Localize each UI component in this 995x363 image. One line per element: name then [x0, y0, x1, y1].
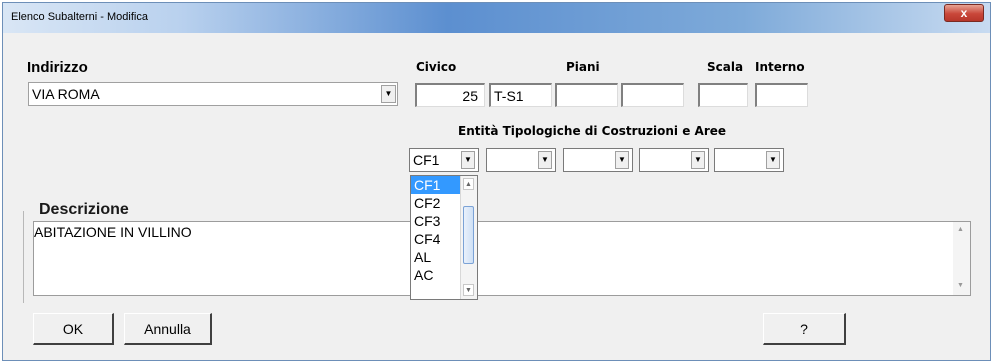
entita-dropdown-list[interactable]: CF1 CF2 CF3 CF4 AL AC ▲ ▼: [410, 175, 478, 300]
indirizzo-dropdown-arrow-icon[interactable]: ▼: [381, 85, 396, 103]
help-button[interactable]: ?: [763, 313, 846, 345]
entita-combo-4[interactable]: ▼: [639, 148, 709, 172]
scroll-up-icon[interactable]: ▲: [463, 178, 474, 190]
civico-value: 25: [462, 88, 478, 104]
descrizione-scrollbar[interactable]: ▲ ▼: [953, 222, 970, 295]
descrizione-group-border: [23, 211, 24, 303]
entita-label: Entità Tipologiche di Costruzioni e Aree: [458, 124, 727, 138]
chevron-down-icon[interactable]: ▼: [538, 151, 552, 169]
scala-input[interactable]: [698, 83, 748, 107]
scroll-up-icon[interactable]: ▲: [957, 226, 964, 233]
piani-value-1: T-S1: [494, 88, 524, 104]
civico-label: Civico: [416, 60, 457, 74]
chevron-down-icon[interactable]: ▼: [461, 151, 475, 169]
piani-input-2[interactable]: [555, 83, 618, 107]
piani-label: Piani: [566, 60, 600, 74]
indirizzo-dropdown[interactable]: VIA ROMA: [28, 82, 398, 106]
descrizione-value: ABITAZIONE IN VILLINO: [34, 224, 192, 240]
dropdown-scrollbar[interactable]: ▲ ▼: [460, 176, 477, 299]
indirizzo-value: VIA ROMA: [32, 86, 100, 102]
annulla-button[interactable]: Annulla: [124, 313, 212, 345]
scala-label: Scala: [707, 60, 744, 74]
descrizione-label: Descrizione: [39, 201, 129, 218]
descrizione-textarea[interactable]: ABITAZIONE IN VILLINO ▲ ▼: [33, 221, 971, 296]
dialog-window: Elenco Subalterni - Modifica x Indirizzo…: [2, 2, 991, 361]
chevron-down-icon[interactable]: ▼: [691, 151, 705, 169]
ok-button[interactable]: OK: [33, 313, 114, 345]
civico-input[interactable]: 25: [415, 83, 485, 107]
interno-label: Interno: [755, 60, 805, 74]
chevron-down-icon[interactable]: ▼: [615, 151, 629, 169]
entita-combo-1-value: CF1: [413, 152, 440, 168]
title-bar[interactable]: Elenco Subalterni - Modifica x: [3, 3, 990, 33]
piani-input-1[interactable]: T-S1: [489, 83, 552, 107]
scroll-down-icon[interactable]: ▼: [957, 282, 964, 289]
interno-input[interactable]: [755, 83, 808, 107]
entita-combo-1[interactable]: CF1 ▼: [409, 148, 479, 172]
indirizzo-label: Indirizzo: [27, 59, 88, 76]
list-item[interactable]: CF1: [411, 176, 460, 194]
chevron-down-icon[interactable]: ▼: [766, 151, 780, 169]
scroll-down-icon[interactable]: ▼: [463, 284, 474, 296]
window-title: Elenco Subalterni - Modifica: [11, 11, 148, 23]
close-button[interactable]: x: [944, 4, 984, 22]
entita-combo-5[interactable]: ▼: [714, 148, 784, 172]
entita-combo-3[interactable]: ▼: [563, 148, 633, 172]
entita-combo-2[interactable]: ▼: [486, 148, 556, 172]
scroll-thumb[interactable]: [463, 206, 474, 264]
close-icon: x: [960, 6, 968, 20]
piani-input-3[interactable]: [621, 83, 684, 107]
